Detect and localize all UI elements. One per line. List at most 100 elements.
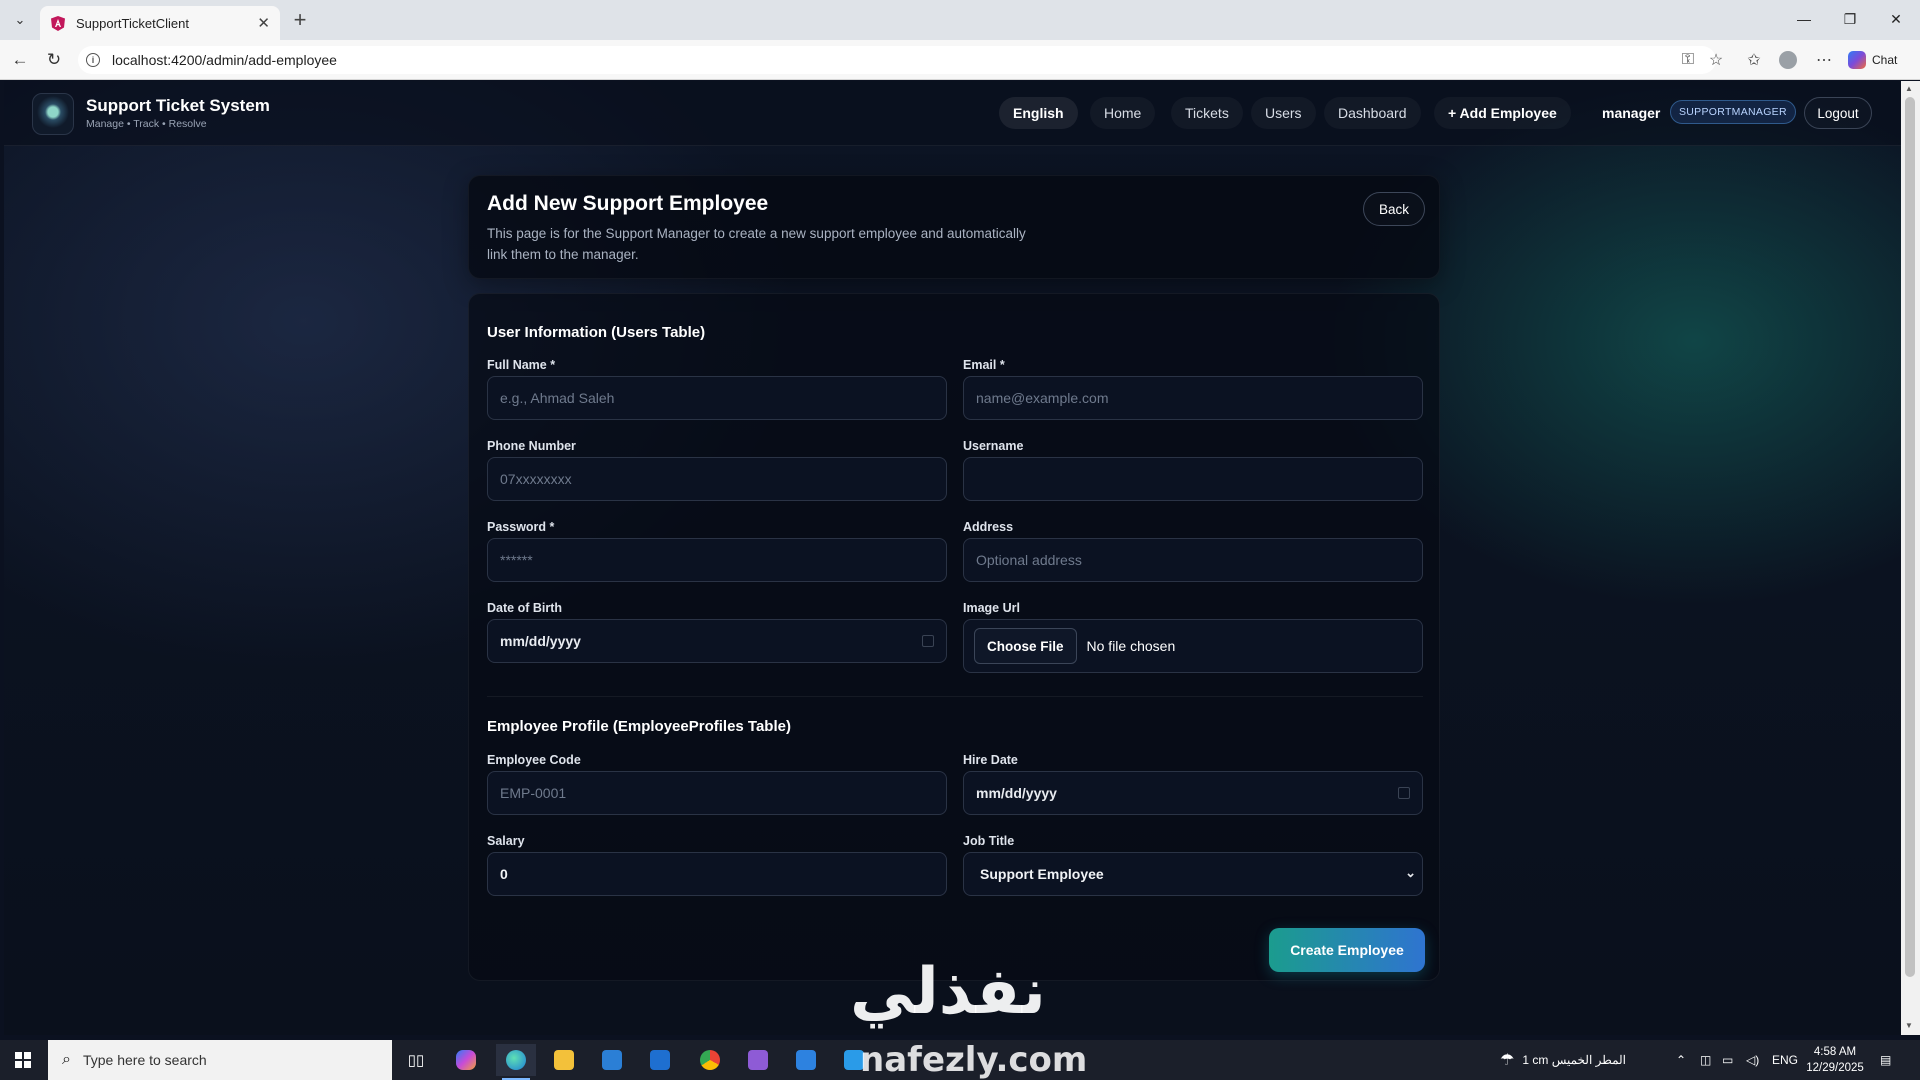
job-title-select[interactable]: Support Employee ⌄ — [963, 852, 1423, 896]
chrome-icon[interactable] — [690, 1044, 730, 1076]
calendar-icon[interactable] — [1398, 787, 1410, 799]
page-viewport: Support Ticket System Manage • Track • R… — [4, 81, 1901, 1035]
angular-favicon-icon — [50, 15, 66, 31]
meet-now-icon[interactable]: ◫ — [1700, 1040, 1711, 1080]
username-label: Username — [963, 439, 1024, 453]
file-status: No file chosen — [1086, 638, 1176, 654]
scroll-down-icon[interactable]: ▼ — [1905, 1021, 1913, 1030]
scroll-up-icon[interactable]: ▲ — [1905, 84, 1913, 93]
job-title-label: Job Title — [963, 834, 1015, 848]
tab-close-icon[interactable]: ✕ — [257, 14, 270, 32]
hire-date-label: Hire Date — [963, 753, 1018, 767]
job-title-value: Support Employee — [980, 866, 1104, 882]
visual-studio-icon[interactable] — [738, 1044, 778, 1076]
salary-input[interactable] — [487, 852, 947, 896]
copilot-chat-button[interactable]: Chat — [1848, 48, 1897, 72]
taskbar-clock[interactable]: 4:58 AM 12/29/2025 — [1800, 1044, 1870, 1076]
watermark-arabic: نفذلي — [850, 955, 1046, 1029]
back-button[interactable]: Back — [1363, 192, 1425, 226]
phone-input[interactable] — [487, 457, 947, 501]
full-name-input[interactable] — [487, 376, 947, 420]
logout-button[interactable]: Logout — [1804, 97, 1872, 129]
tab-list-chevron-icon[interactable]: ⌄ — [8, 8, 32, 32]
minimize-icon[interactable]: — — [1784, 6, 1824, 32]
role-badge: SUPPORTMANAGER — [1670, 100, 1796, 124]
email-label: Email * — [963, 358, 1005, 372]
windows-taskbar: ⌕ Type here to search ▯▯ nafezly.com ☂ 1… — [0, 1040, 1920, 1080]
dob-date-input[interactable]: mm/dd/yyyy — [487, 619, 947, 663]
mail-icon[interactable] — [640, 1044, 680, 1076]
nav-tickets[interactable]: Tickets — [1171, 97, 1243, 129]
chat-label: Chat — [1872, 53, 1898, 67]
brand-title: Support Ticket System — [86, 96, 270, 115]
weather-widget[interactable]: ☂ 1 cm المطر الخميس — [1500, 1040, 1626, 1080]
full-name-label: Full Name * — [487, 358, 556, 372]
reload-icon[interactable]: ↻ — [42, 48, 66, 72]
add-employee-form: User Information (Users Table) Full Name… — [468, 293, 1440, 981]
employee-code-input[interactable] — [487, 771, 947, 815]
taskbar-search[interactable]: ⌕ Type here to search — [48, 1040, 392, 1080]
copilot-app-icon[interactable] — [446, 1044, 486, 1076]
app-logo-icon[interactable] — [32, 93, 74, 135]
browser-toolbar: ← ↻ i localhost:4200/admin/add-employee … — [0, 40, 1920, 80]
nav-add-employee[interactable]: + Add Employee — [1434, 97, 1571, 129]
more-menu-icon[interactable]: ⋯ — [1812, 48, 1836, 72]
username-input[interactable] — [963, 457, 1423, 501]
tab-title: SupportTicketClient — [76, 15, 189, 31]
azure-data-studio-icon[interactable] — [786, 1044, 826, 1076]
key-icon[interactable]: ⚿ — [1676, 48, 1700, 72]
page-description: This page is for the Support Manager to … — [487, 226, 1026, 262]
clock-date: 12/29/2025 — [1806, 1062, 1864, 1074]
email-input[interactable] — [963, 376, 1423, 420]
phone-label: Phone Number — [487, 439, 576, 453]
store-icon[interactable] — [592, 1044, 632, 1076]
address-input[interactable] — [963, 538, 1423, 582]
file-explorer-icon[interactable] — [544, 1044, 584, 1076]
address-label: Address — [963, 520, 1014, 534]
windows-start-icon[interactable] — [0, 1040, 46, 1080]
watermark-latin: nafezly.com — [860, 1040, 1088, 1080]
dob-value: mm/dd/yyyy — [500, 633, 581, 649]
section-divider — [487, 696, 1423, 697]
favorite-star-icon[interactable]: ☆ — [1704, 48, 1728, 72]
calendar-icon[interactable] — [922, 635, 934, 647]
current-user-name: manager — [1602, 105, 1661, 121]
image-file-input: Choose File No file chosen — [963, 619, 1423, 673]
network-icon[interactable]: ▭ — [1722, 1040, 1733, 1080]
volume-icon[interactable]: ◁) — [1746, 1040, 1759, 1080]
notification-icon[interactable]: ▤ — [1880, 1040, 1891, 1080]
create-employee-button[interactable]: Create Employee — [1269, 928, 1425, 972]
brand-subtitle: Manage • Track • Resolve — [86, 118, 207, 130]
browser-tab[interactable]: SupportTicketClient ✕ — [40, 6, 280, 40]
input-language[interactable]: ENG — [1772, 1040, 1798, 1080]
favorites-collection-icon[interactable]: ✩ — [1742, 48, 1766, 72]
nav-users[interactable]: Users — [1251, 97, 1316, 129]
salary-label: Salary — [487, 834, 525, 848]
choose-file-button[interactable]: Choose File — [974, 628, 1077, 664]
chevron-down-icon: ⌄ — [1405, 865, 1416, 880]
clock-time: 4:58 AM — [1813, 1046, 1857, 1058]
page-title: Add New Support Employee — [487, 192, 769, 215]
page-scrollbar[interactable]: ▲ ▼ — [1901, 81, 1920, 1035]
nav-home[interactable]: Home — [1090, 97, 1156, 129]
url-text: localhost:4200/admin/add-employee — [112, 52, 337, 68]
task-view-icon[interactable]: ▯▯ — [396, 1044, 436, 1076]
employee-profile-section-title: Employee Profile (EmployeeProfiles Table… — [487, 718, 791, 735]
nav-dashboard[interactable]: Dashboard — [1324, 97, 1421, 129]
password-label: Password * — [487, 520, 555, 534]
address-bar[interactable]: i localhost:4200/admin/add-employee — [78, 46, 1716, 74]
close-window-icon[interactable]: ✕ — [1876, 6, 1916, 32]
scroll-thumb[interactable] — [1905, 97, 1915, 977]
password-input[interactable] — [487, 538, 947, 582]
hire-date-input[interactable]: mm/dd/yyyy — [963, 771, 1423, 815]
back-arrow-icon[interactable]: ← — [8, 48, 32, 72]
restore-icon[interactable]: ❐ — [1830, 6, 1870, 32]
employee-code-label: Employee Code — [487, 753, 581, 767]
profile-avatar-icon[interactable] — [1776, 48, 1800, 72]
site-info-icon[interactable]: i — [86, 53, 100, 67]
new-tab-plus-icon[interactable]: + — [288, 7, 312, 32]
language-button[interactable]: English — [999, 97, 1078, 129]
copilot-icon — [1848, 51, 1866, 69]
tray-chevron-icon[interactable]: ⌃ — [1676, 1040, 1686, 1080]
edge-browser-icon[interactable] — [496, 1044, 536, 1080]
